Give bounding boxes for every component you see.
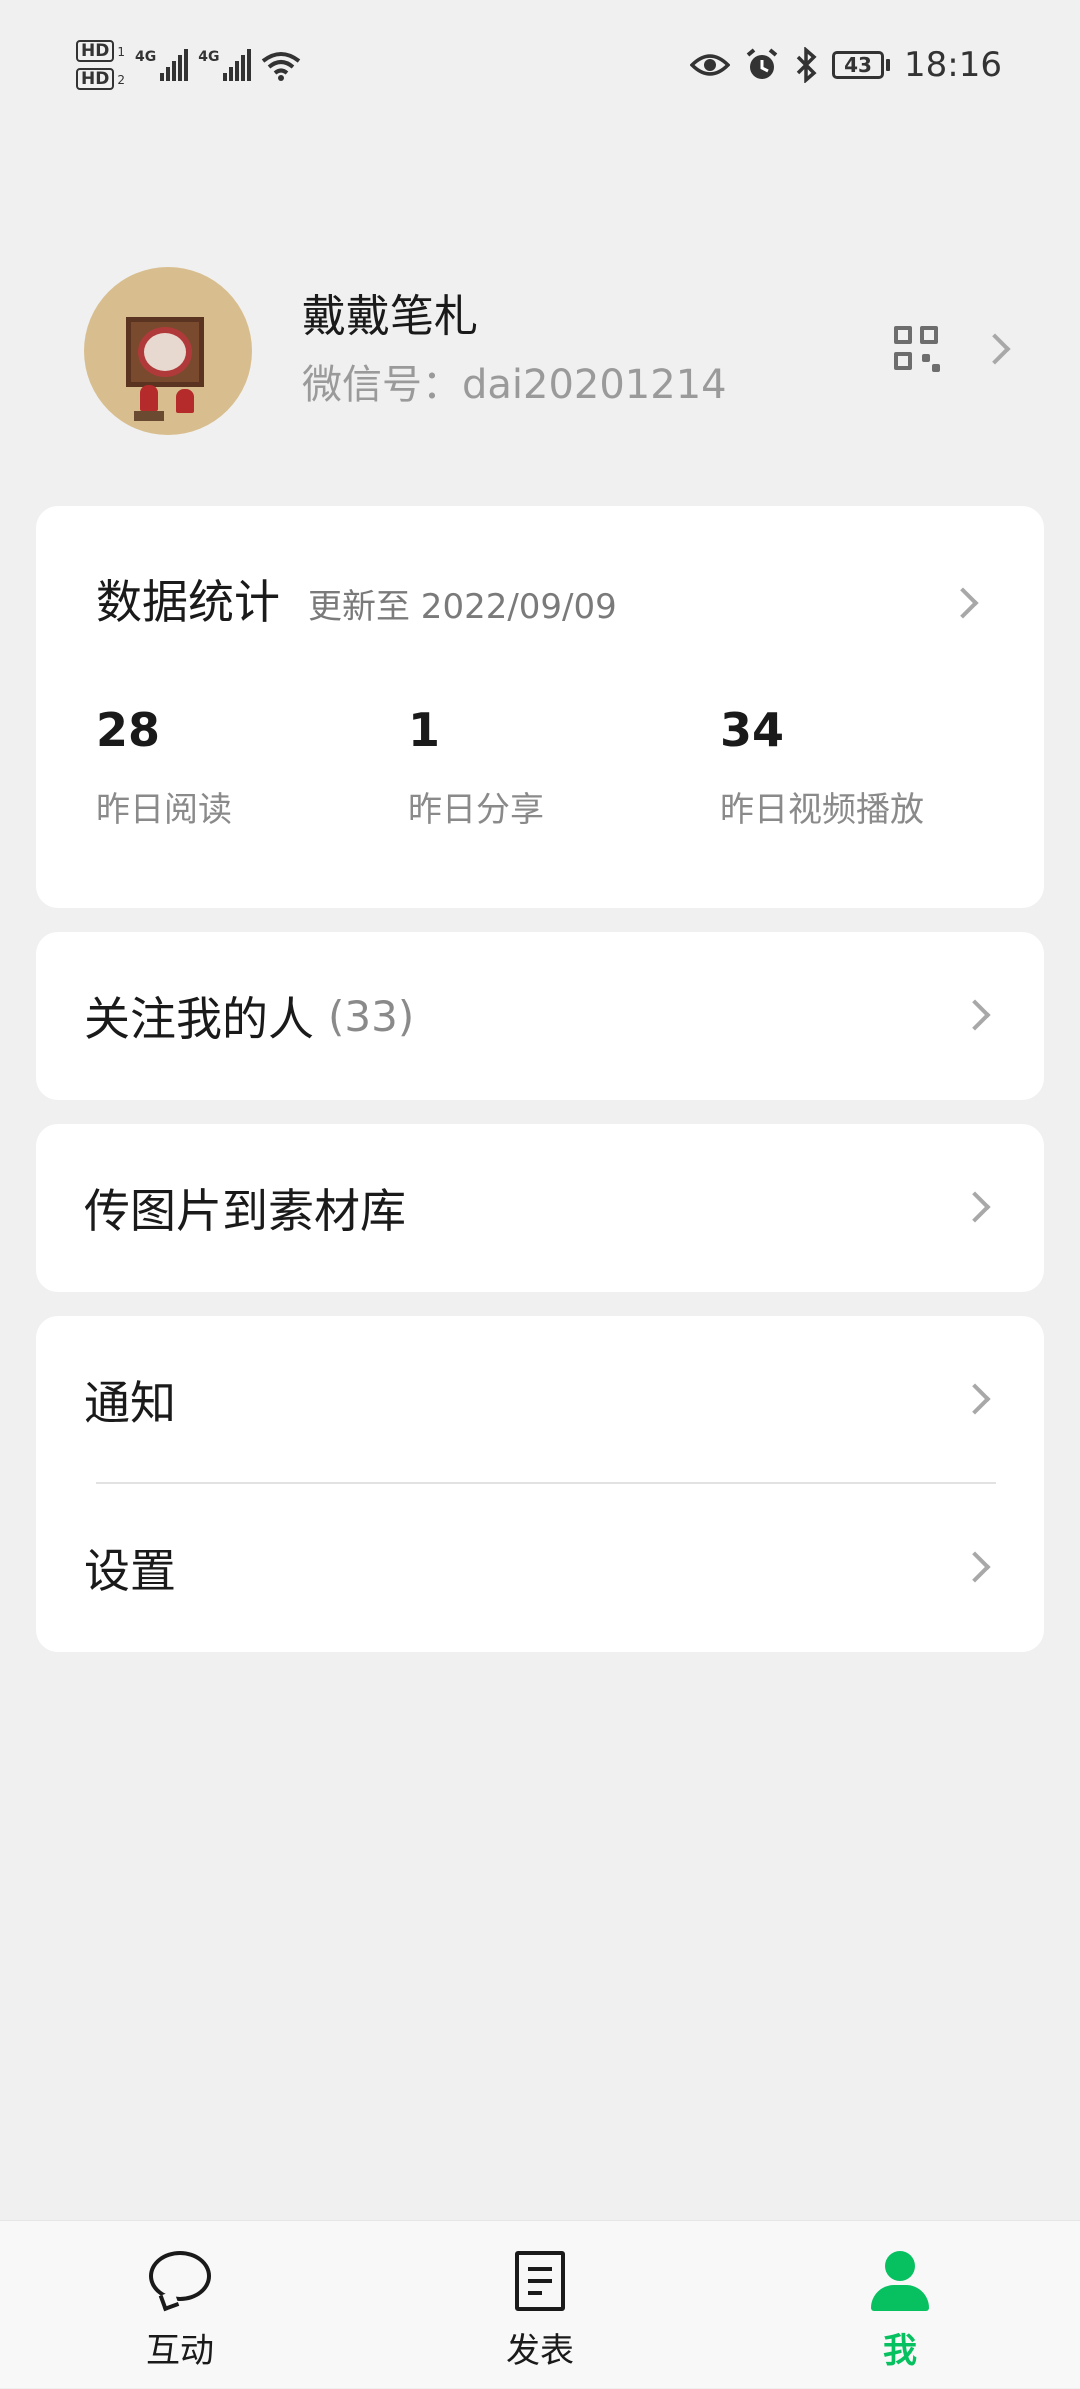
wifi-icon <box>262 52 301 81</box>
eye-icon <box>690 54 731 76</box>
followers-label: 关注我的人 <box>84 992 314 1046</box>
stats-updated: 更新至 2022/09/09 <box>308 587 617 627</box>
bluetooth-icon <box>796 47 817 83</box>
stat-value: 28 <box>96 703 161 757</box>
upload-label: 传图片到素材库 <box>84 1184 406 1238</box>
followers-card[interactable]: 关注我的人 (33) <box>36 932 1044 1100</box>
battery-level: 43 <box>832 51 885 79</box>
notifications-label: 通知 <box>84 1376 176 1430</box>
stats-header: 数据统计 更新至 2022/09/09 <box>96 566 617 632</box>
status-left: HD 1 HD 2 4G 4G <box>76 40 301 90</box>
hd-sim1-number: 1 <box>117 45 125 59</box>
signal-icon: 4G <box>198 49 252 81</box>
stat-label: 昨日视频播放 <box>720 790 924 830</box>
chat-bubble-icon <box>149 2251 211 2313</box>
chevron-right-icon <box>959 1551 991 1583</box>
status-right: 43 18:16 <box>690 45 1002 85</box>
stat-label: 昨日阅读 <box>96 790 232 830</box>
settings-row[interactable]: 设置 <box>36 1484 1044 1652</box>
stat-label: 昨日分享 <box>408 790 544 830</box>
avatar[interactable] <box>84 267 252 435</box>
profile-header[interactable]: 戴戴笔札 微信号：dai20201214 <box>84 266 1014 436</box>
tab-label: 互动 <box>146 2331 214 2371</box>
notifications-row[interactable]: 通知 <box>36 1316 1044 1484</box>
settings-card: 通知 设置 <box>36 1316 1044 1652</box>
stat-value: 34 <box>720 703 785 757</box>
upload-card[interactable]: 传图片到素材库 <box>36 1124 1044 1292</box>
followers-count: (33) <box>328 991 415 1041</box>
status-bar: HD 1 HD 2 4G 4G 43 18:16 <box>0 0 1080 130</box>
chevron-right-icon <box>959 1383 991 1415</box>
upload-row[interactable]: 传图片到素材库 <box>36 1124 1044 1292</box>
hd-indicators: HD 1 HD 2 <box>76 40 125 90</box>
settings-label: 设置 <box>84 1544 176 1598</box>
bottom-tab-bar: 互动 发表 我 <box>0 2220 1080 2388</box>
sim1-network-type: 4G <box>134 49 157 65</box>
document-icon <box>515 2251 565 2313</box>
signal-icon: 4G <box>134 49 189 81</box>
followers-row[interactable]: 关注我的人 (33) <box>36 932 1044 1100</box>
stats-card[interactable]: 数据统计 更新至 2022/09/09 28 昨日阅读 1 昨日分享 34 昨日… <box>36 506 1044 908</box>
status-time: 18:16 <box>904 45 1002 85</box>
chevron-right-icon[interactable] <box>947 587 979 619</box>
stat-video-plays: 34 昨日视频播放 <box>720 700 924 831</box>
person-icon <box>871 2251 929 2313</box>
hd-sim2-number: 2 <box>117 73 125 87</box>
hd-icon: HD <box>76 40 115 62</box>
tab-interaction[interactable]: 互动 <box>80 2221 280 2389</box>
qr-code-icon[interactable] <box>894 326 940 372</box>
chevron-right-icon <box>959 999 991 1031</box>
sim2-network-type: 4G <box>198 49 220 65</box>
alarm-icon <box>746 48 778 79</box>
tab-publish[interactable]: 发表 <box>440 2221 640 2389</box>
stat-shares: 1 昨日分享 <box>408 700 544 831</box>
stat-reads: 28 昨日阅读 <box>96 700 232 831</box>
stat-value: 1 <box>408 703 441 757</box>
battery-icon: 43 <box>832 51 891 79</box>
hd-icon: HD <box>76 68 115 90</box>
chevron-right-icon <box>959 1191 991 1223</box>
tab-me[interactable]: 我 <box>800 2221 1000 2389</box>
stats-title: 数据统计 <box>96 575 280 629</box>
tab-label: 我 <box>883 2331 917 2371</box>
tab-label: 发表 <box>506 2331 574 2371</box>
